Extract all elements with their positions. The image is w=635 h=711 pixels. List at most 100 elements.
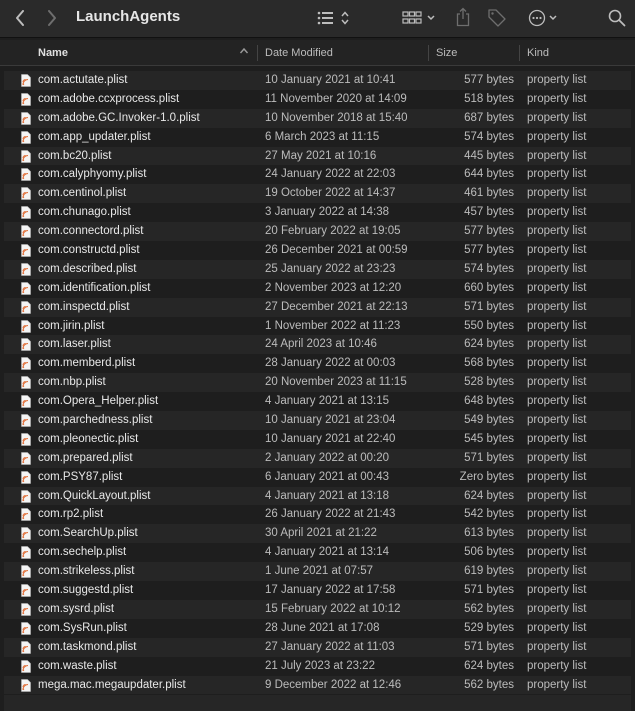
plist-file-icon xyxy=(21,659,31,673)
file-name: com.centinol.plist xyxy=(38,187,127,200)
file-row[interactable]: com.strikeless.plist 1 June 2021 at 07:57… xyxy=(4,562,631,582)
search-icon[interactable] xyxy=(608,9,626,27)
file-row[interactable]: com.adobe.ccxprocess.plist 11 November 20… xyxy=(4,90,631,109)
file-row[interactable]: mega.mac.megaupdater.plist 9 December 202… xyxy=(4,675,631,695)
file-row[interactable]: com.sysrd.plist 15 February 2022 at 10:12… xyxy=(4,599,631,619)
ellipsis-circle-icon[interactable] xyxy=(528,9,562,27)
file-list: com.actutate.plist 10 January 2021 at 10:… xyxy=(4,71,631,695)
file-size: 648 bytes xyxy=(464,395,514,408)
file-row[interactable]: com.rp2.plist 26 January 2022 at 21:43 542… xyxy=(4,505,631,524)
file-size: 518 bytes xyxy=(464,92,514,105)
file-date-modified: 20 February 2022 at 19:05 xyxy=(265,225,401,238)
file-row[interactable]: com.chunago.plist 3 January 2022 at 14:38… xyxy=(4,203,631,222)
file-row[interactable]: com.described.plist 25 January 2022 at 23… xyxy=(4,259,631,279)
file-row[interactable]: com.sechelp.plist 4 January 2021 at 13:14… xyxy=(4,543,631,562)
column-header: Name Date Modified Size Kind xyxy=(0,40,635,66)
file-name: com.pleonectic.plist xyxy=(38,432,139,445)
file-name: com.sysrd.plist xyxy=(38,602,115,615)
share-icon[interactable] xyxy=(455,7,471,27)
file-size: 571 bytes xyxy=(464,451,514,464)
file-kind: property list xyxy=(527,376,587,389)
file-kind: property list xyxy=(527,262,587,275)
column-divider[interactable] xyxy=(257,45,258,61)
plist-file-icon xyxy=(21,206,31,220)
file-size: 545 bytes xyxy=(464,432,514,445)
file-row[interactable]: com.constructd.plist 26 December 2021 at … xyxy=(4,241,631,260)
file-row[interactable]: com.actutate.plist 10 January 2021 at 10:… xyxy=(4,71,631,90)
file-row[interactable]: com.connectord.plist 20 February 2022 at … xyxy=(4,222,631,242)
file-row[interactable]: com.bc20.plist 27 May 2021 at 10:16 445 by… xyxy=(4,146,631,166)
plist-file-icon xyxy=(21,546,31,560)
sort-ascending-icon[interactable] xyxy=(239,46,249,59)
file-row[interactable]: com.pleonectic.plist 10 January 2021 at 2… xyxy=(4,430,631,449)
file-row[interactable]: com.SysRun.plist 28 June 2021 at 17:08 529… xyxy=(4,619,631,638)
plist-file-icon xyxy=(21,319,31,333)
plist-file-icon xyxy=(21,244,31,257)
file-date-modified: 1 June 2021 at 07:57 xyxy=(265,565,374,578)
file-row[interactable]: com.adobe.GC.Invoker-1.0.plist 10 Novembe… xyxy=(4,108,631,128)
file-kind: property list xyxy=(527,206,587,219)
file-date-modified: 27 May 2021 at 10:16 xyxy=(265,149,377,162)
file-row[interactable]: com.Opera_Helper.plist 4 January 2021 at … xyxy=(4,392,631,411)
file-row[interactable]: com.inspectd.plist 27 December 2021 at 22… xyxy=(4,297,631,317)
file-kind: property list xyxy=(527,678,587,691)
file-row[interactable]: com.centinol.plist 19 October 2022 at 14:… xyxy=(4,184,631,204)
file-date-modified: 10 November 2018 at 15:40 xyxy=(265,111,408,124)
file-row[interactable]: com.memberd.plist 28 January 2022 at 00:0… xyxy=(4,354,631,373)
file-row[interactable]: com.calyphyomy.plist 24 January 2022 at 2… xyxy=(4,165,631,184)
file-row[interactable]: com.prepared.plist 2 January 2022 at 00:2… xyxy=(4,448,631,468)
file-row[interactable]: com.parchedness.plist 10 January 2021 at … xyxy=(4,411,631,430)
file-kind: property list xyxy=(527,338,587,351)
file-row[interactable]: com.app_updater.plist 6 March 2023 at 11:… xyxy=(4,128,631,147)
file-row[interactable]: com.waste.plist 21 July 2023 at 23:22 624 … xyxy=(4,657,631,676)
file-row[interactable]: com.QuickLayout.plist 4 January 2021 at 1… xyxy=(4,486,631,506)
file-name: com.constructd.plist xyxy=(38,244,140,257)
column-kind-header[interactable]: Kind xyxy=(527,47,549,59)
tag-icon[interactable] xyxy=(487,8,507,28)
file-size: 644 bytes xyxy=(464,168,514,181)
file-row[interactable]: com.suggestd.plist 17 January 2022 at 17:… xyxy=(4,581,631,600)
file-size: 562 bytes xyxy=(464,678,514,691)
file-size: 457 bytes xyxy=(464,206,514,219)
file-date-modified: 9 December 2022 at 12:46 xyxy=(265,678,402,691)
plist-file-icon xyxy=(21,678,31,692)
file-name: com.suggestd.plist xyxy=(38,584,134,597)
file-size: 568 bytes xyxy=(464,357,514,370)
file-date-modified: 24 January 2022 at 22:03 xyxy=(265,168,396,181)
file-name: com.strikeless.plist xyxy=(38,565,135,578)
file-date-modified: 10 January 2021 at 10:41 xyxy=(265,74,396,86)
file-name: com.chunago.plist xyxy=(38,206,131,219)
plist-file-icon xyxy=(21,376,31,390)
file-kind: property list xyxy=(527,168,587,181)
file-row[interactable]: com.nbp.plist 20 November 2023 at 11:15 52… xyxy=(4,373,631,393)
list-view-icon[interactable] xyxy=(317,10,351,26)
file-date-modified: 24 April 2023 at 10:46 xyxy=(265,338,377,351)
file-kind: property list xyxy=(527,395,587,408)
column-size-header[interactable]: Size xyxy=(436,47,457,59)
file-row[interactable]: com.laser.plist 24 April 2023 at 10:46 624… xyxy=(4,335,631,355)
file-date-modified: 2 January 2022 at 00:20 xyxy=(265,451,390,464)
file-size: 529 bytes xyxy=(464,621,514,634)
file-kind: property list xyxy=(527,602,587,615)
file-row[interactable]: com.jirin.plist 1 November 2022 at 11:23 5… xyxy=(4,317,631,336)
file-name: com.calyphyomy.plist xyxy=(38,168,147,181)
column-date-header[interactable]: Date Modified xyxy=(265,47,333,59)
file-row[interactable]: com.taskmond.plist 27 January 2022 at 11:… xyxy=(4,637,631,657)
file-row[interactable]: com.SearchUp.plist 30 April 2021 at 21:22… xyxy=(4,524,631,544)
grid-group-icon[interactable] xyxy=(402,10,436,26)
file-row[interactable]: com.identification.plist 2 November 2023 … xyxy=(4,279,631,298)
file-kind: property list xyxy=(527,584,587,597)
file-row[interactable]: com.PSY87.plist 6 January 2021 at 00:43 Ze… xyxy=(4,468,631,487)
file-size: 571 bytes xyxy=(464,640,514,653)
column-divider[interactable] xyxy=(428,45,429,61)
file-kind: property list xyxy=(527,565,587,578)
chevron-left-icon[interactable] xyxy=(12,9,28,27)
plist-file-icon xyxy=(21,452,31,465)
file-name: com.sechelp.plist xyxy=(38,546,127,559)
plist-file-icon xyxy=(21,584,31,597)
plist-file-icon xyxy=(21,640,31,654)
plist-file-icon xyxy=(21,414,31,427)
chevron-right-icon[interactable] xyxy=(44,9,60,27)
column-divider[interactable] xyxy=(519,45,520,61)
column-name-header[interactable]: Name xyxy=(38,47,68,59)
